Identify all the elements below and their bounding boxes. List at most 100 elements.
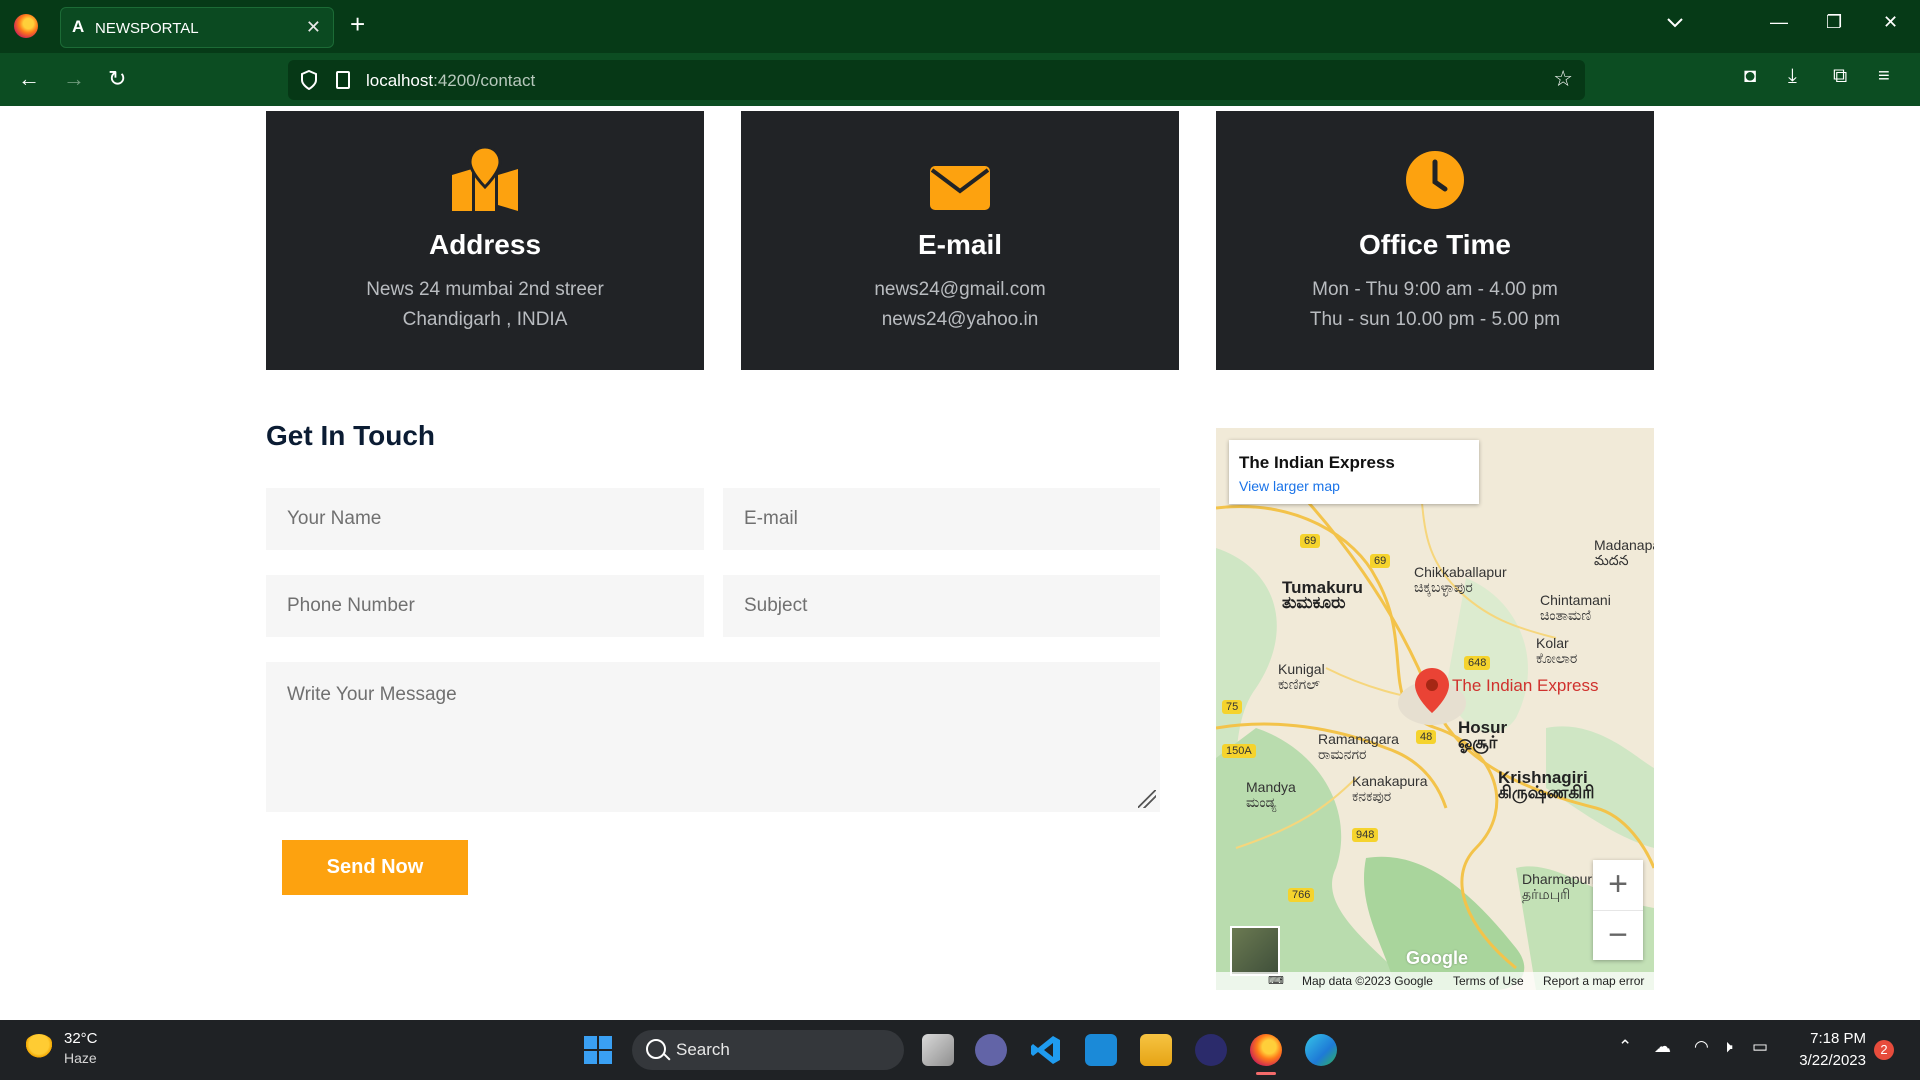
firefox-taskbar-icon[interactable]: [1250, 1034, 1282, 1066]
card-title: Office Time: [1359, 229, 1511, 260]
running-indicator: [1256, 1072, 1276, 1075]
clock-time[interactable]: 7:18 PM: [1796, 1030, 1866, 1047]
phone-input[interactable]: [266, 575, 704, 637]
download-icon[interactable]: ⤓: [1788, 65, 1797, 88]
message-textarea[interactable]: [266, 662, 1160, 812]
weather-description[interactable]: Haze: [64, 1050, 97, 1066]
back-arrow-icon[interactable]: ←: [18, 65, 40, 93]
taskbar-search[interactable]: Search: [632, 1030, 904, 1070]
card-line: Thu - sun 10.00 pm - 5.00 pm: [1309, 309, 1561, 330]
map-data-text: Map data ©2023 Google: [1302, 974, 1433, 988]
edge-icon[interactable]: [1305, 1034, 1337, 1066]
map-place-label: Ramanagara ರಾಮನಗರ: [1318, 731, 1399, 762]
shield-icon[interactable]: [300, 70, 318, 90]
road-shield: 766: [1288, 888, 1315, 902]
report-error-link[interactable]: Report a map error: [1543, 974, 1644, 988]
road-shield: 69: [1300, 534, 1321, 548]
name-input[interactable]: [266, 488, 704, 550]
weather-temperature[interactable]: 32°C: [64, 1030, 98, 1047]
volume-icon[interactable]: 🕨: [1722, 1037, 1733, 1057]
map-place-title: The Indian Express: [1239, 453, 1395, 472]
road-shield: 648: [1464, 656, 1491, 670]
map-place-label: Chintamani ಚಿಂತಾಮಣಿ: [1540, 592, 1611, 623]
vscode-icon[interactable]: [1030, 1034, 1062, 1066]
close-tab-icon[interactable]: ✕: [306, 17, 321, 38]
url-text[interactable]: localhost:4200/contact: [366, 71, 535, 91]
address-bar[interactable]: localhost:4200/contact ☆: [288, 60, 1585, 100]
office-time-card: Office Time Mon - Thu 9:00 am - 4.00 pm …: [1216, 111, 1654, 370]
new-tab-button[interactable]: +: [350, 11, 365, 37]
map-place-label: Tumakuru ತುಮಕೂರು: [1282, 578, 1363, 612]
card-line: News 24 mumbai 2nd streer: [366, 279, 604, 300]
angular-favicon-icon: A: [72, 17, 85, 36]
onedrive-icon[interactable]: ☁: [1654, 1037, 1671, 1057]
teams-chat-icon[interactable]: [975, 1034, 1007, 1066]
satellite-toggle[interactable]: [1230, 926, 1280, 976]
view-larger-map-link[interactable]: View larger map: [1239, 478, 1340, 494]
map-place-label: Kanakapura ಕನಕಪುರ: [1352, 773, 1428, 804]
restore-icon[interactable]: ❐: [1826, 12, 1842, 33]
map-place-label: Kunigal ಕುಣಿಗಲ್: [1278, 661, 1325, 692]
forward-arrow-icon[interactable]: →: [63, 65, 85, 93]
google-logo: Google: [1406, 948, 1468, 968]
map-place-label: Madanapalleమదన: [1594, 537, 1654, 568]
firefox-icon[interactable]: [14, 14, 38, 38]
map-place-label: Hosur ஓசூர்: [1458, 718, 1508, 752]
map-place-label: Kolar ಕೋಲಾರ: [1536, 635, 1578, 666]
windows-start-icon[interactable]: [583, 1035, 613, 1065]
marker-label[interactable]: The Indian Express: [1452, 677, 1598, 694]
email-input[interactable]: [723, 488, 1160, 550]
file-explorer-icon[interactable]: [1140, 1034, 1172, 1066]
menu-icon[interactable]: ≡: [1878, 65, 1890, 88]
road-shield: 150A: [1222, 744, 1256, 758]
taskbar: 32°C Haze Search ⌃ ☁ ◠ 🕨 ▭ 7:18 PM 3/22/…: [0, 1020, 1920, 1080]
chevron-down-icon[interactable]: [1664, 12, 1686, 34]
tab-newsportal[interactable]: A NEWSPORTAL ✕: [60, 7, 334, 48]
weather-icon[interactable]: [24, 1034, 54, 1060]
tab-title: NEWSPORTAL: [95, 20, 199, 37]
minimize-icon[interactable]: —: [1770, 12, 1788, 33]
zoom-out-button[interactable]: −: [1593, 910, 1643, 960]
task-view-icon[interactable]: [922, 1034, 954, 1066]
reload-icon[interactable]: ↻: [108, 65, 126, 93]
browser-tab-bar: A NEWSPORTAL ✕ + — ❐ ✕: [0, 0, 1920, 53]
browser-nav-bar: ← → ↻ localhost:4200/contact ☆ ◘ ⤓ ⧉ ≡: [0, 53, 1920, 106]
map-zoom-controls: + −: [1593, 860, 1643, 960]
send-now-button[interactable]: Send Now: [282, 840, 468, 895]
extensions-icon[interactable]: ⧉: [1833, 65, 1847, 88]
map-place-label: Krishnagiri கிருஷ்ணகிரி: [1498, 768, 1595, 802]
card-title: Address: [428, 229, 542, 260]
page-info-icon[interactable]: [336, 71, 350, 89]
chevron-up-icon[interactable]: ⌃: [1618, 1037, 1632, 1057]
resize-grip-icon[interactable]: [1138, 790, 1156, 808]
road-shield: 69: [1370, 554, 1391, 568]
notification-badge[interactable]: 2: [1874, 1040, 1894, 1060]
terminal-icon[interactable]: [1195, 1034, 1227, 1066]
keyboard-icon[interactable]: ⌨: [1268, 974, 1284, 987]
bookmark-star-icon[interactable]: ☆: [1553, 66, 1573, 92]
subject-input[interactable]: [723, 575, 1160, 637]
clock-date[interactable]: 3/22/2023: [1790, 1052, 1866, 1069]
google-map[interactable]: The Indian Express View larger map The I…: [1216, 428, 1654, 990]
pocket-icon[interactable]: ◘: [1744, 65, 1756, 88]
map-info-window: The Indian Express View larger map: [1229, 440, 1479, 504]
map-footer: ⌨ Map data ©2023 Google Terms of Use Rep…: [1216, 972, 1654, 990]
search-icon: [646, 1039, 666, 1059]
mail-icon[interactable]: [1085, 1034, 1117, 1066]
card-line: news24@gmail.com: [874, 279, 1046, 300]
map-place-label: Chikkaballapur ಚಿಕ್ಕಬಳ್ಳಾಪುರ: [1414, 564, 1507, 595]
clock-icon: [1406, 151, 1464, 209]
address-card: Address News 24 mumbai 2nd streer Chandi…: [266, 111, 704, 370]
map-icon: [452, 147, 518, 211]
map-terrain: [1216, 428, 1654, 990]
wifi-icon[interactable]: ◠: [1694, 1037, 1709, 1057]
section-title: Get In Touch: [266, 420, 436, 451]
terms-link[interactable]: Terms of Use: [1453, 974, 1524, 988]
envelope-icon: [930, 166, 990, 210]
road-shield: 48: [1416, 730, 1437, 744]
close-window-icon[interactable]: ✕: [1883, 12, 1898, 33]
card-line: Mon - Thu 9:00 am - 4.00 pm: [1312, 279, 1558, 300]
zoom-in-button[interactable]: +: [1593, 860, 1643, 910]
battery-icon[interactable]: ▭: [1752, 1037, 1768, 1057]
card-title: E-mail: [917, 229, 1003, 260]
